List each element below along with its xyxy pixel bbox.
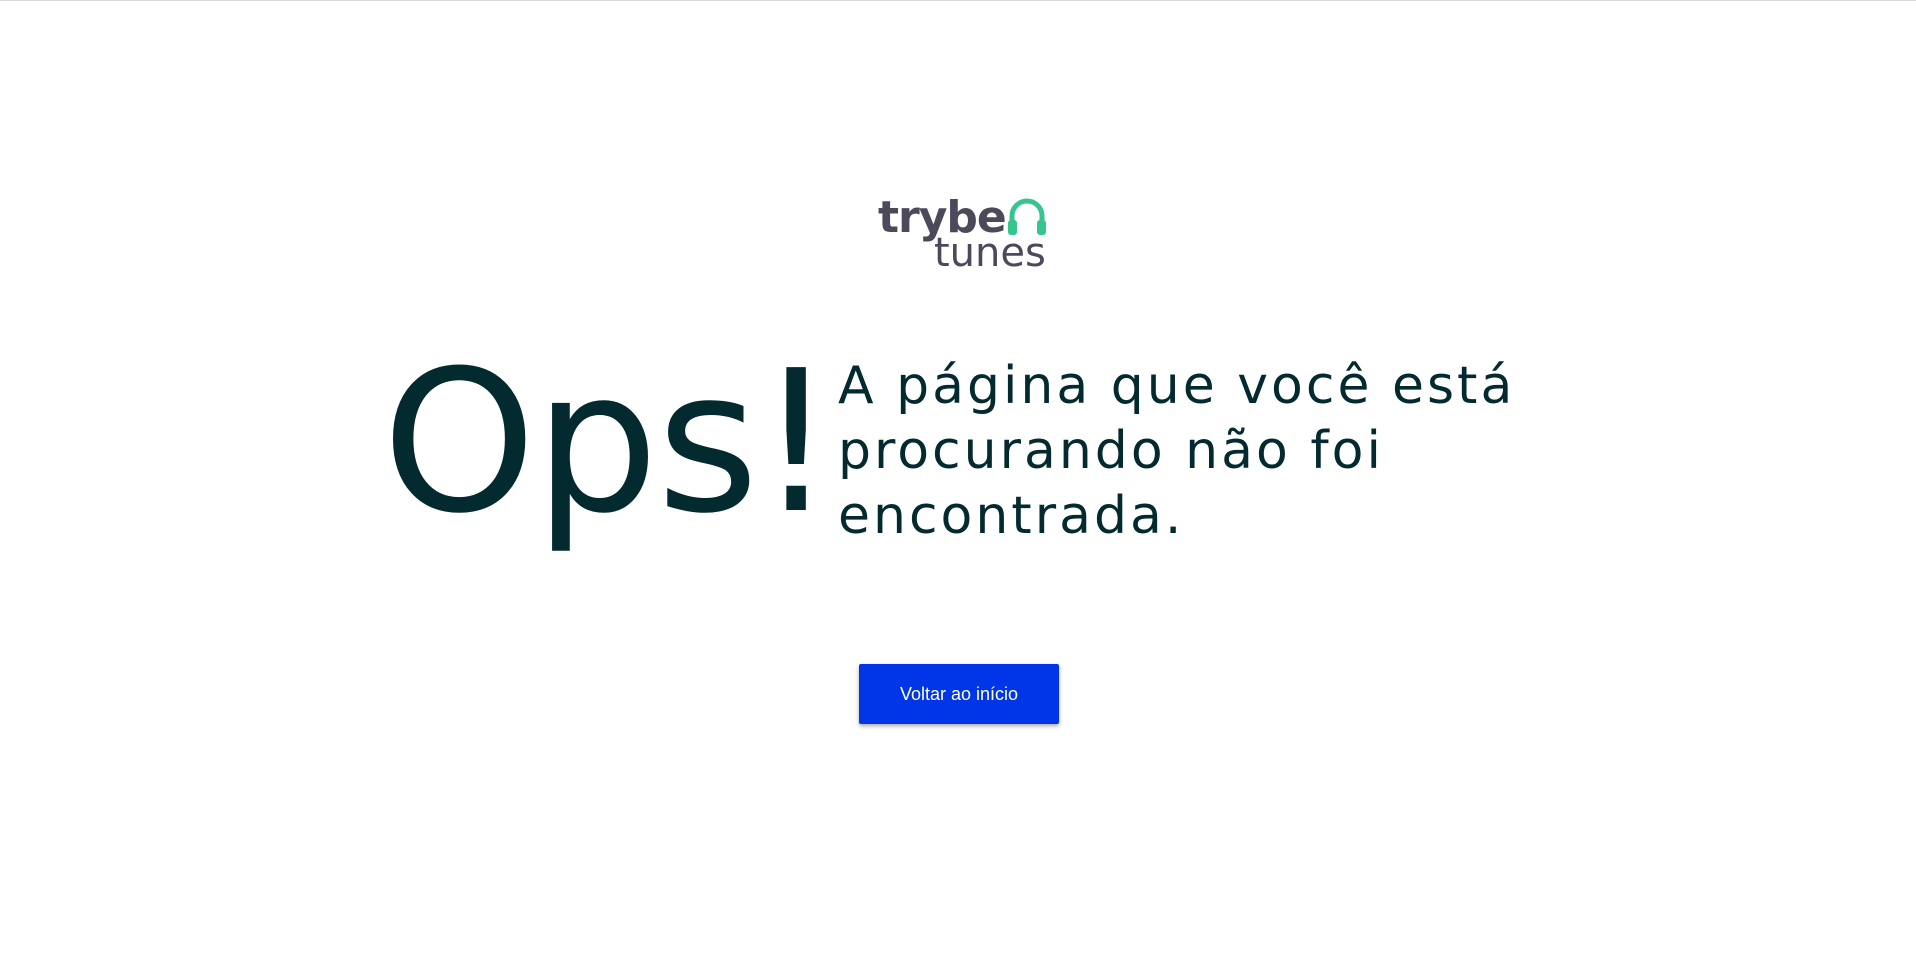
error-message: A página que você está procurando não fo… xyxy=(838,356,1516,546)
logo-wordmark-tunes: tunes xyxy=(934,230,1046,276)
back-to-home-button[interactable]: Voltar ao início xyxy=(859,664,1059,724)
trybe-tunes-logo: trybe tunes xyxy=(878,192,1050,276)
top-divider xyxy=(0,0,1916,1)
error-heading: Ops! xyxy=(382,329,835,557)
